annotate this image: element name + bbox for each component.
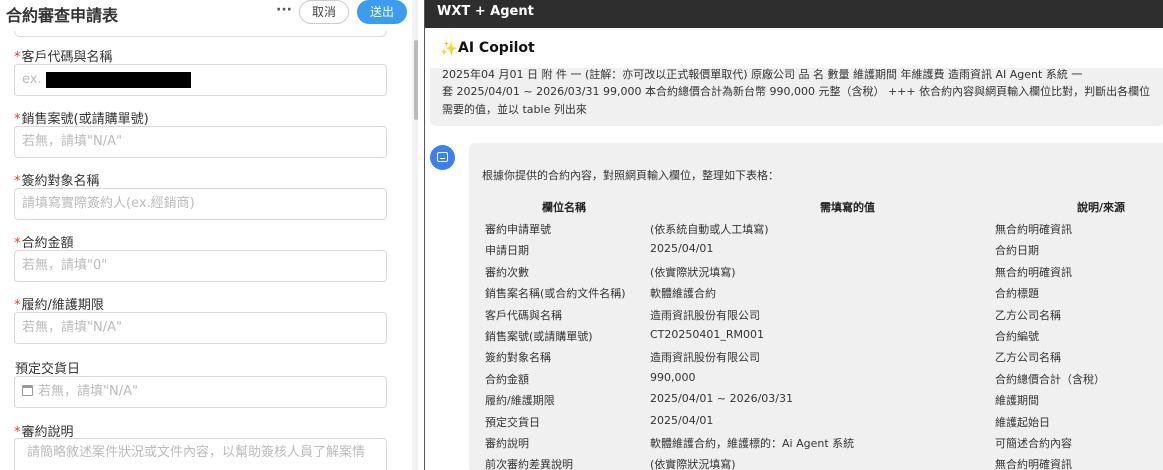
table-cell-field: 申請日期 (485, 244, 529, 258)
field-label-text: 合約金額 (21, 236, 74, 251)
table-cell-field: 銷售案名稱(或合約文件名稱) (485, 287, 626, 301)
signatory-input[interactable]: 請填寫實際簽約人(ex.經銷商) (14, 188, 387, 220)
table-cell-field: 預定交貨日 (485, 415, 540, 429)
table-cell-value: 2025/04/01 ~ 2026/03/31 (650, 392, 794, 406)
field-label-delivery-date: 預定交貨日 (14, 358, 80, 377)
table-cell-field: 客戶代碼與名稱 (485, 308, 562, 322)
amount-input[interactable]: 若無，請填"0" (14, 250, 387, 282)
field-label-text: 簽約對象名稱 (21, 174, 100, 189)
table-cell-source: 合約編號 (995, 330, 1039, 343)
review-note-textarea[interactable]: 請簡略敘述案件狀況或文件內容，以幫助簽核人員了解案情 (14, 438, 387, 470)
table-cell-source: 合約日期 (995, 244, 1039, 258)
more-icon[interactable]: ··· (276, 2, 292, 18)
table-cell-field: 審約次數 (485, 265, 529, 279)
table-cell-field: 審約說明 (485, 437, 529, 450)
form-title: 合約審查申請表 (6, 6, 119, 25)
table-cell-source: 無合約明確資訊 (995, 223, 1072, 236)
field-label-sales-case: *銷售案號(或請購單號) (14, 108, 149, 127)
form-panel: 合約審查申請表 ··· 取消 送出 *客戶代碼與名稱 ex. *銷售案號(或請購… (0, 0, 418, 470)
table-header-field: 欄位名稱 (542, 201, 586, 214)
customer-input-placeholder: ex. (22, 72, 42, 87)
table-cell-value: 2025/04/01 (650, 242, 714, 256)
table-cell-value: 軟體維護合約 (650, 287, 716, 301)
table-cell-source: 維護起始日 (995, 415, 1050, 429)
field-label-term: *履約/維護期限 (14, 294, 104, 313)
required-mark: * (14, 174, 21, 189)
sales-case-input[interactable]: 若無，請填"N/A" (14, 126, 387, 158)
submit-button[interactable]: 送出 (357, 0, 407, 24)
agent-titlebar: WXT + Agent (425, 0, 1163, 28)
table-cell-source: 合約標題 (995, 287, 1039, 301)
form-scrollbar-thumb[interactable] (414, 40, 418, 120)
cancel-button[interactable]: 取消 (299, 0, 349, 24)
field-label-text: 客戶代碼與名稱 (21, 50, 113, 65)
table-cell-field: 簽約對象名稱 (485, 351, 551, 365)
redacted-block (45, 71, 191, 88)
required-mark: * (14, 50, 21, 65)
table-header-source: 說明/來源 (1077, 201, 1126, 214)
table-cell-source: 無合約明確資訊 (995, 458, 1072, 470)
table-cell-field: 合約金額 (485, 372, 529, 386)
table-cell-value: CT20250401_RM001 (650, 328, 765, 341)
table-cell-value: 造雨資訊股份有限公司 (650, 308, 760, 322)
bot-avatar-icon (430, 145, 455, 170)
table-cell-value: 軟體維護合約，維護標的：Ai Agent 系統 (650, 437, 855, 450)
table-cell-value: (依系統自動或人工填寫) (650, 223, 769, 236)
user-message-line: 需要的值，並以 table 列出來 (442, 103, 587, 116)
field-label-text: 預定交貨日 (15, 362, 81, 377)
app-root: 合約審查申請表 ··· 取消 送出 *客戶代碼與名稱 ex. *銷售案號(或請購… (0, 0, 1163, 470)
table-cell-source: 維護期間 (995, 394, 1039, 408)
user-message-line: 2025年04 月01 日 附 件 一 (註解：亦可改以正式報價單取代) 原廠公… (442, 68, 1083, 81)
table-cell-value: (依實際狀況填寫) (650, 265, 736, 279)
table-cell-field: 審約申請單號 (485, 223, 551, 236)
table-cell-source: 合約總價合計（含稅） (995, 372, 1105, 386)
copilot-title: AI Copilot (458, 40, 535, 56)
table-header-value: 需填寫的值 (820, 201, 875, 214)
table-cell-field: 前次審約差異說明 (485, 458, 573, 470)
table-cell-field: 履約/維護期限 (485, 394, 555, 408)
required-mark: * (14, 298, 21, 313)
table-cell-source: 乙方公司名稱 (995, 351, 1061, 365)
form-header: 合約審查申請表 ··· 取消 送出 (0, 0, 418, 32)
field-label-signatory: *簽約對象名稱 (14, 170, 100, 189)
section-card-edge (14, 31, 387, 37)
delivery-date-placeholder: 若無，請填"N/A" (38, 384, 138, 399)
delivery-date-input[interactable]: 若無，請填"N/A" (14, 376, 387, 408)
field-label-customer: *客戶代碼與名稱 (14, 46, 113, 65)
customer-input[interactable]: ex. (14, 64, 387, 96)
table-cell-value: (依實際狀況填寫) (650, 458, 736, 470)
field-label-text: 銷售案號(或請購單號) (21, 112, 149, 127)
field-label-text: 履約/維護期限 (21, 298, 104, 313)
agent-panel: WXT + Agent ✨ AI Copilot 2025年04 月01 日 附… (424, 0, 1163, 470)
term-input[interactable]: 若無，請填"N/A" (14, 312, 387, 344)
required-mark: * (14, 112, 21, 127)
table-cell-source: 無合約明確資訊 (995, 265, 1072, 279)
table-cell-value: 2025/04/01 (650, 413, 714, 427)
user-message: 2025年04 月01 日 附 件 一 (註解：亦可改以正式報價單取代) 原廠公… (430, 68, 1163, 126)
agent-window-title: WXT + Agent (437, 4, 534, 19)
field-label-amount: *合約金額 (14, 232, 74, 251)
table-cell-field: 銷售案號(或請購單號) (485, 330, 593, 343)
table-cell-value: 990,000 (650, 370, 696, 384)
bot-message: 根據你提供的合約內容，對照網頁輸入欄位，整理如下表格： 欄位名稱 需填寫的值 說明/… (469, 143, 1163, 470)
table-cell-source: 可簡述合約內容 (995, 437, 1072, 450)
bot-intro-text: 根據你提供的合約內容，對照網頁輸入欄位，整理如下表格： (482, 169, 779, 182)
table-cell-value: 造雨資訊股份有限公司 (650, 351, 760, 365)
sparkle-icon: ✨ (440, 41, 458, 57)
copilot-header: ✨ AI Copilot (425, 28, 1163, 68)
user-message-line: 套 2025/04/01 ~ 2026/03/31 99,000 本合約總價合計… (442, 85, 1151, 98)
calendar-icon (22, 385, 33, 396)
table-cell-source: 乙方公司名稱 (995, 308, 1061, 322)
required-mark: * (14, 236, 21, 251)
